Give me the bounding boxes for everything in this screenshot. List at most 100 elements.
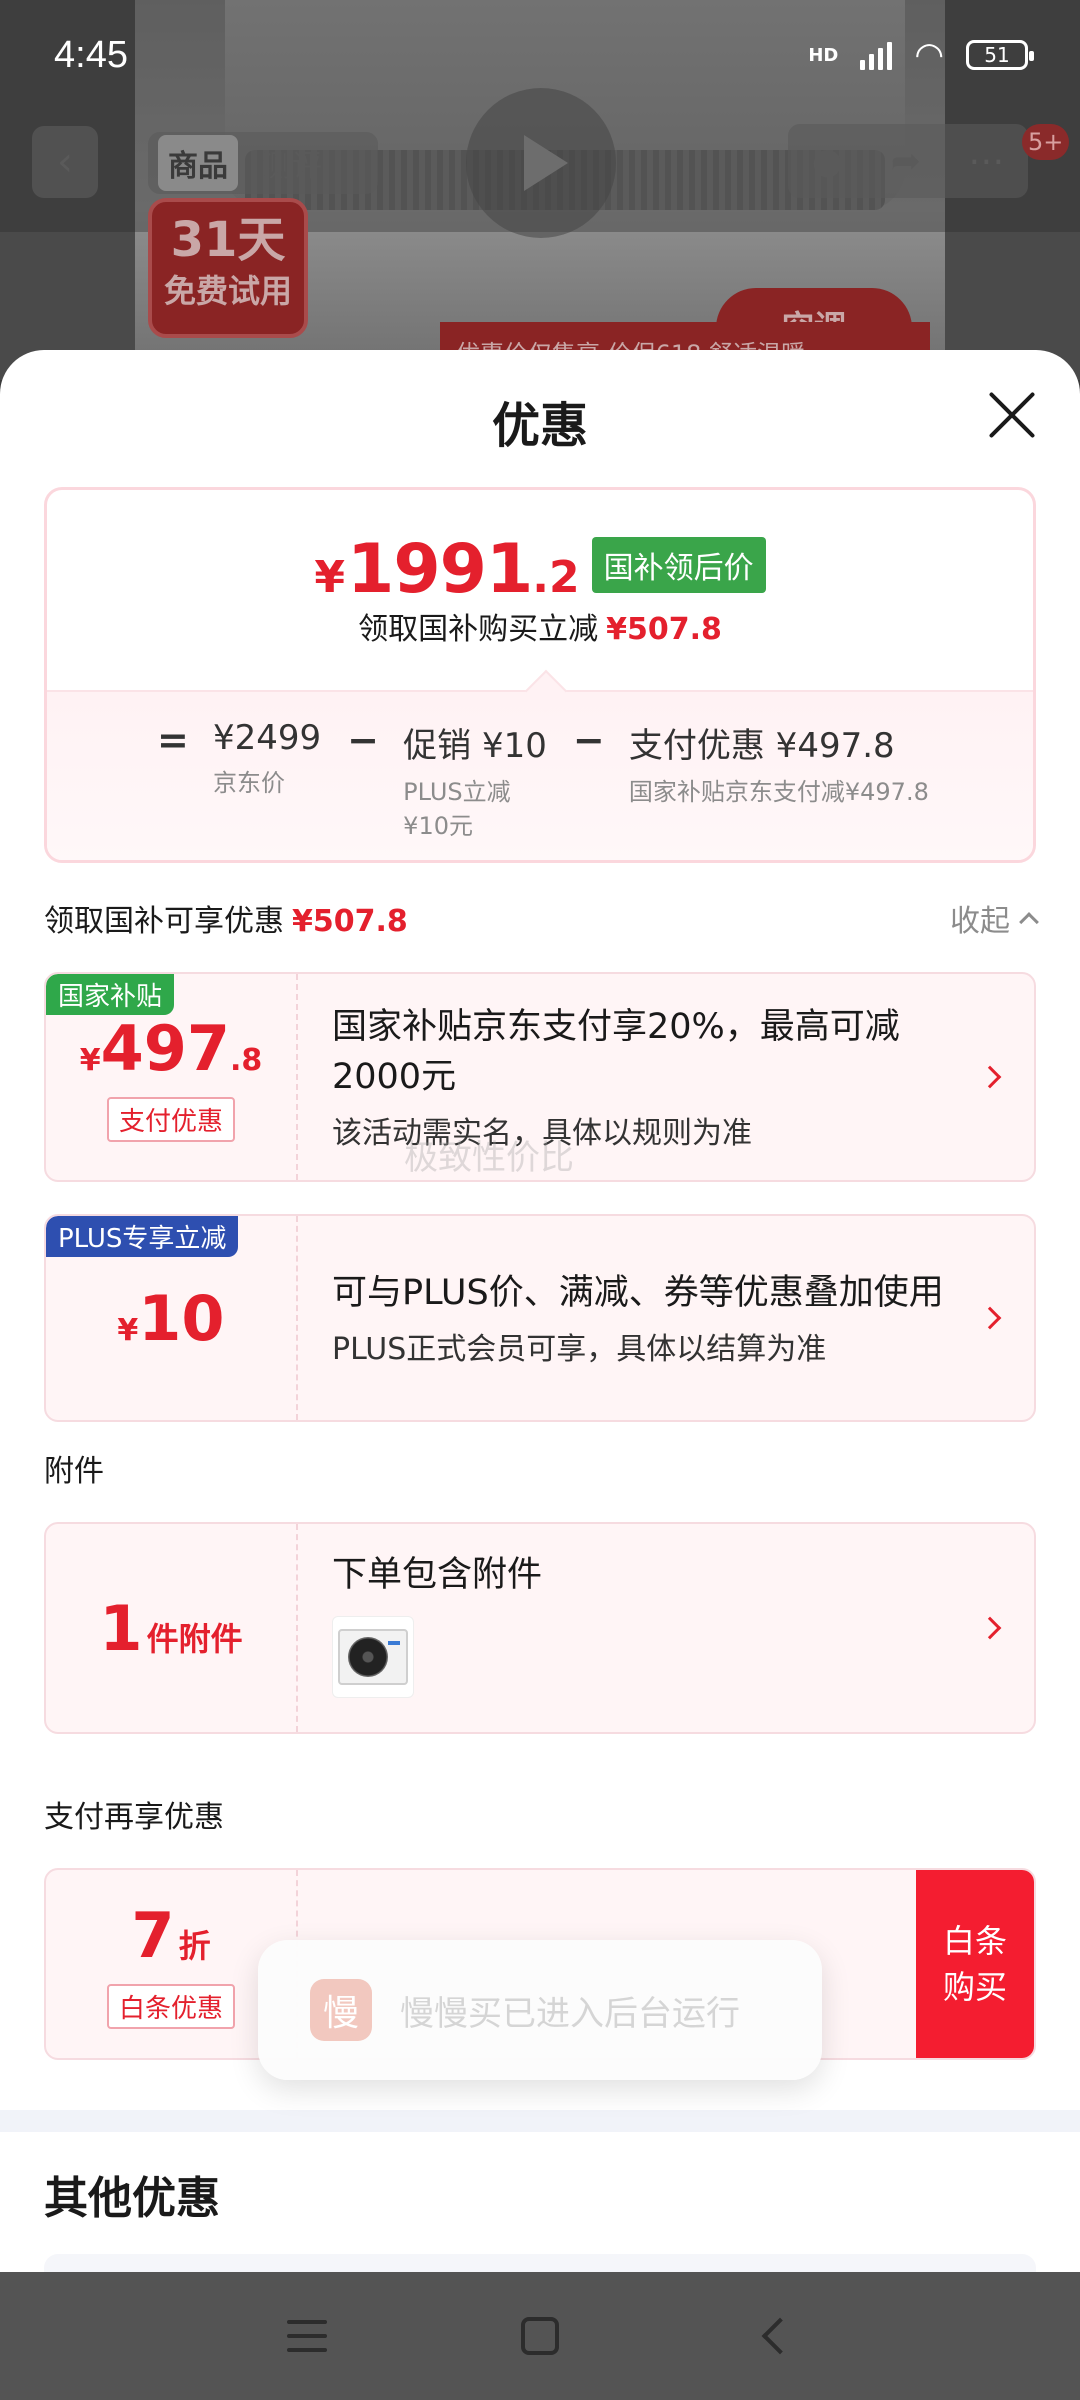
subsidy-reduction-amount: ¥507.8 [606, 612, 722, 647]
subsidy-reduction-label: 领取国补购买立减 [358, 612, 599, 647]
baitiao-buy-button[interactable]: 白条购买 [916, 1870, 1034, 2058]
chevron-right-icon [978, 1306, 1002, 1330]
product-tabs: 商品 测评 [148, 132, 378, 194]
signal-icon [860, 40, 893, 70]
home-icon[interactable] [521, 2317, 559, 2355]
pay-discount-note: 国家补贴京东支付减¥497.8 [628, 778, 929, 806]
header-actions: ● ➦ ⋯ [788, 124, 1028, 198]
hd-indicator: HD [808, 44, 839, 66]
other-discounts-title: 其他优惠 [44, 2173, 220, 2224]
currency-symbol: ¥ [117, 1312, 139, 1348]
plus-discount-tag: PLUS专享立减 [46, 1216, 239, 1257]
promo-col: 促销 ¥10 PLUS立减 ¥10元 [403, 718, 547, 843]
free-trial-badge: 31天 免费试用 [148, 198, 308, 338]
currency-symbol: ¥ [314, 552, 345, 603]
more-icon[interactable]: ⋯ [968, 141, 1004, 182]
chevron-right-icon [978, 1616, 1002, 1640]
video-play-button[interactable] [466, 88, 616, 238]
price-integer: 1991 [347, 530, 533, 609]
coupon-amount-integer: 497 [100, 1012, 230, 1085]
coupon-title: 国家补贴京东支付享20%，最高可减2000元 [332, 1007, 900, 1097]
trial-days: 31天 [170, 212, 286, 268]
baitiao-tag: 白条优惠 [106, 1984, 235, 2029]
price-calculation: = ¥2499 京东价 − 促销 ¥10 PLUS立减 ¥10元 − 支付优惠 … [157, 718, 929, 843]
accessory-count-area: 1 件附件 [46, 1524, 298, 1732]
minus-sign: − [347, 718, 380, 762]
accessory-count-number: 1 [99, 1591, 143, 1665]
status-time: 4:45 [54, 33, 128, 76]
price-decimal: .2 [532, 552, 580, 603]
subsidy-section-label: 领取国补可享优惠 [44, 904, 284, 939]
battery-icon: 51 [966, 40, 1034, 70]
price-breakdown: = ¥2499 京东价 − 促销 ¥10 PLUS立减 ¥10元 − 支付优惠 … [47, 690, 1033, 860]
accessory-card[interactable]: 1 件附件 下单包含附件 [44, 1522, 1036, 1734]
accessory-thumbnail[interactable] [332, 1616, 414, 1698]
minus-sign: − [572, 718, 605, 762]
final-price: ¥ 1991 .2 国补领后价 [47, 530, 1033, 609]
chevron-left-icon: ‹ [57, 139, 73, 185]
pay-discount: 支付优惠 ¥497.8 [628, 726, 895, 766]
coupon-amount-integer: 10 [138, 1281, 225, 1355]
price-summary-card: ¥ 1991 .2 国补领后价 领取国补购买立减 ¥507.8 = ¥2499 京… [44, 487, 1036, 863]
back-button[interactable]: ‹ [32, 126, 98, 198]
equals-sign: = [157, 718, 189, 762]
coupon-description: PLUS正式会员可享，具体以结算为准 [332, 1332, 827, 1367]
coupon-amount: ¥ 497 .8 [80, 1012, 263, 1085]
toast-message: 慢慢买已进入后台运行 [400, 1993, 740, 2034]
jd-price: ¥2499 [213, 718, 322, 758]
status-bar: 4:45 HD ◠ 51 [0, 0, 1080, 110]
section-divider [0, 2110, 1080, 2132]
promo-note-2: ¥10元 [403, 812, 473, 840]
pay-discount-tag: 支付优惠 [106, 1097, 235, 1142]
currency-symbol: ¥ [79, 1043, 101, 1078]
coupon-amount: ¥ 10 [117, 1282, 224, 1355]
trial-label: 免费试用 [163, 272, 292, 310]
promo-note-1: PLUS立减 [403, 778, 511, 806]
accessory-section-label: 附件 [44, 1454, 104, 1489]
outdoor-unit-icon [338, 1629, 408, 1685]
subsidy-price-tag: 国补领后价 [591, 537, 766, 593]
accessory-details: 下单包含附件 [332, 1524, 964, 1732]
subsidy-section-amount: ¥507.8 [292, 904, 408, 939]
plus-discount-coupon[interactable]: PLUS专享立减 ¥ 10 可与PLUS价、满减、券等优惠叠加使用 PLUS正式… [44, 1214, 1036, 1422]
price-summary-top: ¥ 1991 .2 国补领后价 领取国补购买立减 ¥507.8 [47, 490, 1033, 690]
system-nav-bar [0, 2272, 1080, 2400]
accessory-count: 1 件附件 [99, 1592, 242, 1665]
baitiao-discount-number: 7 [131, 1899, 175, 1972]
close-icon[interactable] [986, 390, 1036, 440]
jd-price-col: ¥2499 京东价 [213, 718, 321, 843]
coupon-amount-decimal: .8 [230, 1043, 263, 1078]
pay-discount-col: 支付优惠 ¥497.8 国家补贴京东支付减¥497.8 [629, 718, 929, 843]
menu-icon[interactable] [287, 2320, 327, 2352]
share-icon[interactable]: ➦ [891, 141, 921, 182]
other-discounts-card[interactable] [44, 2254, 1036, 2272]
watermark-text: 极致性价比 [404, 1138, 574, 1178]
subsidy-section-title: 领取国补可享优惠 ¥507.8 [44, 896, 408, 940]
jd-price-label: 京东价 [213, 769, 285, 797]
coupon-title: 可与PLUS价、满减、券等优惠叠加使用 [332, 1273, 944, 1313]
tab-product[interactable]: 商品 [158, 135, 238, 191]
back-icon[interactable] [761, 2317, 799, 2355]
coupon-details: 可与PLUS价、满减、券等优惠叠加使用 PLUS正式会员可享，具体以结算为准 [332, 1216, 964, 1420]
chevron-right-icon [978, 1065, 1002, 1089]
chevron-up-icon [1019, 912, 1039, 932]
sheet-header: 优惠 [0, 350, 1080, 485]
sheet-title: 优惠 [491, 398, 588, 454]
status-icons: HD ◠ 51 [808, 35, 1034, 75]
baitiao-discount: 7 折 [131, 1899, 210, 1972]
tab-review[interactable]: 测评 [262, 141, 322, 185]
battery-level: 51 [984, 43, 1010, 67]
promo-amount: 促销 ¥10 [403, 726, 547, 766]
national-subsidy-tag: 国家补贴 [46, 974, 175, 1015]
baitiao-discount-unit: 折 [178, 1927, 211, 1965]
cart-icon[interactable]: ● [812, 141, 843, 182]
collapse-label: 收起 [950, 904, 1010, 939]
collapse-button[interactable]: 收起 [950, 896, 1039, 940]
subsidy-reduction: 领取国补购买立减 ¥507.8 [47, 604, 1033, 648]
play-icon [524, 135, 568, 191]
pay-more-section-label: 支付再享优惠 [44, 1800, 224, 1835]
wifi-icon: ◠ [914, 35, 944, 75]
subsidy-section-header: 领取国补可享优惠 ¥507.8 收起 [44, 896, 1039, 940]
app-logo-icon: 慢 [310, 1979, 372, 2041]
notification-badge: 5+ [1022, 124, 1070, 160]
